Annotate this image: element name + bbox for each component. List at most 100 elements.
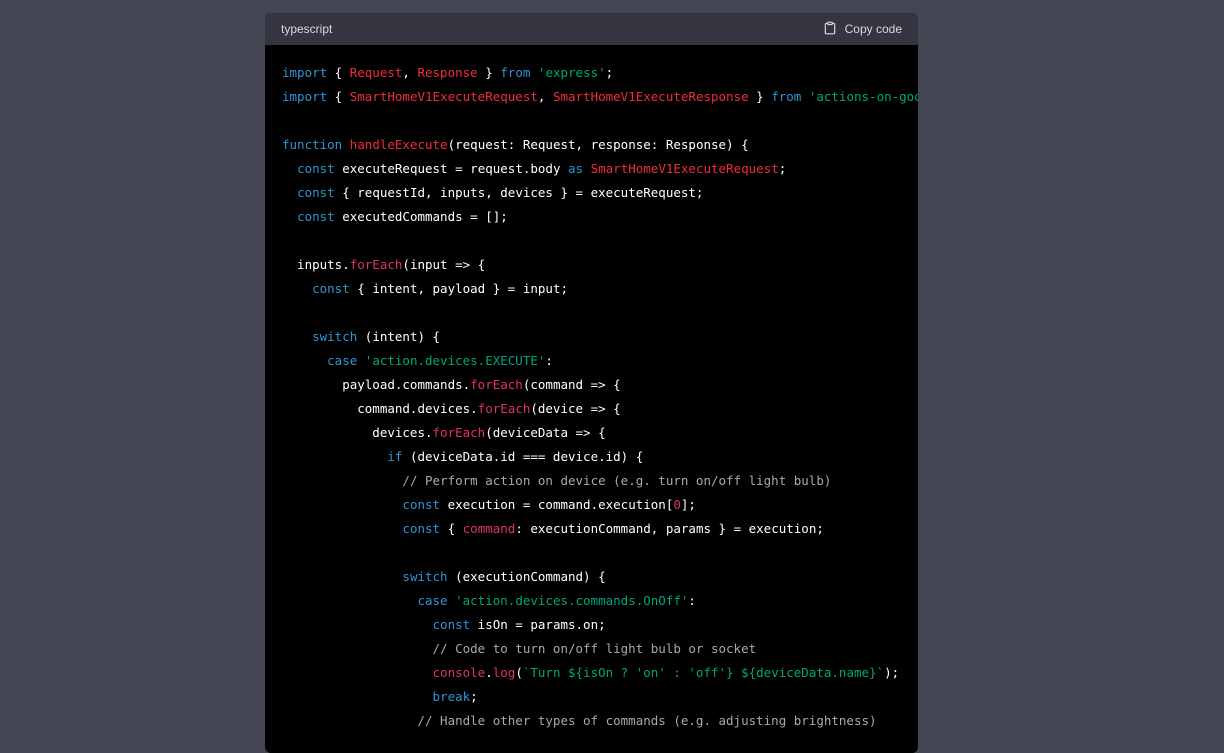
code-token: (deviceData.id === device.id) {	[402, 449, 644, 464]
code-line: inputs.forEach(input => {	[282, 253, 918, 277]
code-block: typescript Copy code import { Request, R…	[265, 13, 918, 753]
code-line: const executedCommands = [];	[282, 205, 918, 229]
code-token: const	[402, 521, 441, 536]
code-token: ];	[680, 497, 696, 512]
code-token: forEach	[470, 377, 523, 392]
code-token: 'express'	[537, 65, 606, 80]
code-token: log	[492, 665, 516, 680]
code-token: if	[387, 449, 403, 464]
code-token: (intent) {	[357, 329, 441, 344]
code-line: switch (executionCommand) {	[282, 565, 918, 589]
code-token: ,	[537, 89, 553, 104]
code-token: const	[297, 161, 335, 176]
code-token: :	[688, 593, 696, 608]
code-token: // Handle other types of commands (e.g. …	[417, 713, 877, 728]
code-token: );	[884, 665, 900, 680]
code-line: console.log(`Turn ${isOn ? 'on' : 'off'}…	[282, 661, 918, 685]
code-token: // Code to turn on/off light bulb or soc…	[432, 641, 757, 656]
code-token: { requestId, inputs, devices } = execute…	[334, 185, 704, 200]
code-token: 0	[673, 497, 681, 512]
code-line: const isOn = params.on;	[282, 613, 918, 637]
code-token: (executionCommand) {	[447, 569, 606, 584]
code-line: const { requestId, inputs, devices } = e…	[282, 181, 918, 205]
code-token: switch	[402, 569, 448, 584]
code-line: payload.commands.forEach(command => {	[282, 373, 918, 397]
code-line: break;	[282, 685, 918, 709]
code-token: executeRequest = request.body	[334, 161, 568, 176]
code-token: case	[327, 353, 358, 368]
clipboard-icon	[823, 21, 837, 38]
code-token: }	[748, 89, 772, 104]
code-header: typescript Copy code	[265, 13, 918, 45]
code-token: handleExecute	[349, 137, 448, 152]
code-line: if (deviceData.id === device.id) {	[282, 445, 918, 469]
code-token: (	[515, 665, 523, 680]
code-token: {	[327, 89, 350, 104]
code-token: isOn = params.on;	[470, 617, 606, 632]
code-token: forEach	[477, 401, 531, 416]
code-token: SmartHomeV1ExecuteRequest	[590, 161, 779, 176]
code-token: case	[417, 593, 448, 608]
code-language-label: typescript	[281, 22, 333, 36]
code-token: from	[500, 65, 531, 80]
code-token: function	[282, 137, 343, 152]
code-token: `Turn ${isOn ? 'on' : 'off'} ${deviceDat…	[522, 665, 885, 680]
code-token: forEach	[432, 425, 486, 440]
code-token: console	[432, 665, 486, 680]
code-line: const execution = command.execution[0];	[282, 493, 918, 517]
copy-code-label: Copy code	[844, 22, 902, 36]
code-token: :	[545, 353, 553, 368]
code-token: Response	[417, 65, 478, 80]
code-token: {	[327, 65, 350, 80]
code-token: SmartHomeV1ExecuteRequest	[349, 89, 538, 104]
code-token: (command => {	[522, 377, 621, 392]
code-line: import { SmartHomeV1ExecuteRequest, Smar…	[282, 85, 918, 109]
code-token: 'actions-on-google'	[808, 89, 918, 104]
code-token: devices.	[282, 425, 433, 440]
code-token: payload.commands.	[282, 377, 471, 392]
code-token: from	[771, 89, 802, 104]
code-token: (device => {	[530, 401, 621, 416]
code-line: const executeRequest = request.body as S…	[282, 157, 918, 181]
code-line: // Perform action on device (e.g. turn o…	[282, 469, 918, 493]
code-token: command	[462, 521, 516, 536]
code-token: break	[432, 689, 471, 704]
code-token: forEach	[349, 257, 403, 272]
code-token: ;	[778, 161, 787, 176]
code-line: // Handle other types of commands (e.g. …	[282, 709, 918, 733]
code-token: execution = command.execution[	[440, 497, 674, 512]
code-token: 'action.devices.commands.OnOff'	[455, 593, 689, 608]
code-token: ;	[605, 65, 614, 80]
code-token: inputs.	[282, 257, 350, 272]
code-line: devices.forEach(deviceData => {	[282, 421, 918, 445]
code-token: { intent, payload } = input;	[349, 281, 568, 296]
code-token: SmartHomeV1ExecuteResponse	[552, 89, 749, 104]
code-line: case 'action.devices.EXECUTE':	[282, 349, 918, 373]
code-token: {	[440, 521, 463, 536]
code-line: // Code to turn on/off light bulb or soc…	[282, 637, 918, 661]
code-line: const { command: executionCommand, param…	[282, 517, 918, 541]
code-line: command.devices.forEach(device => {	[282, 397, 918, 421]
code-token: ,	[402, 65, 418, 80]
copy-code-button[interactable]: Copy code	[823, 21, 902, 38]
